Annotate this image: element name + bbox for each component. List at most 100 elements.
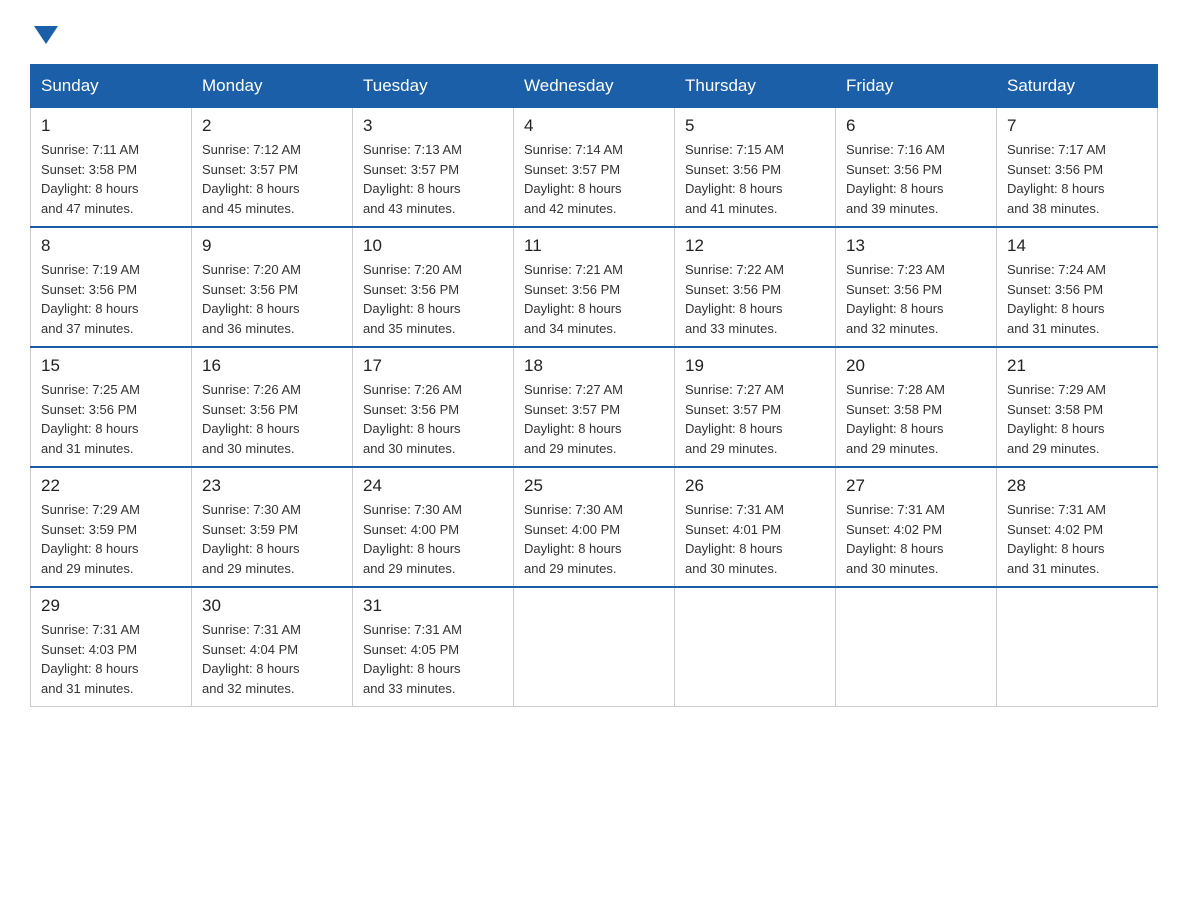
calendar-week-row: 29 Sunrise: 7:31 AMSunset: 4:03 PMDaylig… [31, 587, 1158, 707]
calendar-day-cell: 27 Sunrise: 7:31 AMSunset: 4:02 PMDaylig… [836, 467, 997, 587]
day-info: Sunrise: 7:30 AMSunset: 4:00 PMDaylight:… [363, 502, 462, 576]
day-number: 6 [846, 116, 986, 136]
day-of-week-header: Wednesday [514, 65, 675, 107]
day-number: 17 [363, 356, 503, 376]
day-number: 25 [524, 476, 664, 496]
day-info: Sunrise: 7:31 AMSunset: 4:04 PMDaylight:… [202, 622, 301, 696]
day-number: 24 [363, 476, 503, 496]
calendar-day-cell: 15 Sunrise: 7:25 AMSunset: 3:56 PMDaylig… [31, 347, 192, 467]
day-info: Sunrise: 7:26 AMSunset: 3:56 PMDaylight:… [363, 382, 462, 456]
day-info: Sunrise: 7:24 AMSunset: 3:56 PMDaylight:… [1007, 262, 1106, 336]
day-number: 16 [202, 356, 342, 376]
calendar-day-cell: 29 Sunrise: 7:31 AMSunset: 4:03 PMDaylig… [31, 587, 192, 707]
day-number: 18 [524, 356, 664, 376]
day-number: 7 [1007, 116, 1147, 136]
calendar-day-cell: 4 Sunrise: 7:14 AMSunset: 3:57 PMDayligh… [514, 107, 675, 227]
day-number: 2 [202, 116, 342, 136]
day-number: 26 [685, 476, 825, 496]
day-number: 14 [1007, 236, 1147, 256]
calendar-day-cell: 28 Sunrise: 7:31 AMSunset: 4:02 PMDaylig… [997, 467, 1158, 587]
day-of-week-header: Saturday [997, 65, 1158, 107]
day-of-week-header: Monday [192, 65, 353, 107]
calendar-day-cell: 10 Sunrise: 7:20 AMSunset: 3:56 PMDaylig… [353, 227, 514, 347]
day-of-week-header: Thursday [675, 65, 836, 107]
calendar-day-cell: 20 Sunrise: 7:28 AMSunset: 3:58 PMDaylig… [836, 347, 997, 467]
calendar-day-cell: 2 Sunrise: 7:12 AMSunset: 3:57 PMDayligh… [192, 107, 353, 227]
day-info: Sunrise: 7:15 AMSunset: 3:56 PMDaylight:… [685, 142, 784, 216]
calendar-day-cell: 25 Sunrise: 7:30 AMSunset: 4:00 PMDaylig… [514, 467, 675, 587]
calendar-header-row: SundayMondayTuesdayWednesdayThursdayFrid… [31, 65, 1158, 107]
day-info: Sunrise: 7:20 AMSunset: 3:56 PMDaylight:… [363, 262, 462, 336]
calendar-week-row: 1 Sunrise: 7:11 AMSunset: 3:58 PMDayligh… [31, 107, 1158, 227]
day-info: Sunrise: 7:23 AMSunset: 3:56 PMDaylight:… [846, 262, 945, 336]
day-number: 5 [685, 116, 825, 136]
calendar-day-cell: 17 Sunrise: 7:26 AMSunset: 3:56 PMDaylig… [353, 347, 514, 467]
day-of-week-header: Friday [836, 65, 997, 107]
day-info: Sunrise: 7:14 AMSunset: 3:57 PMDaylight:… [524, 142, 623, 216]
day-info: Sunrise: 7:19 AMSunset: 3:56 PMDaylight:… [41, 262, 140, 336]
calendar-day-cell: 23 Sunrise: 7:30 AMSunset: 3:59 PMDaylig… [192, 467, 353, 587]
day-number: 22 [41, 476, 181, 496]
calendar-day-cell: 31 Sunrise: 7:31 AMSunset: 4:05 PMDaylig… [353, 587, 514, 707]
day-info: Sunrise: 7:31 AMSunset: 4:01 PMDaylight:… [685, 502, 784, 576]
day-number: 9 [202, 236, 342, 256]
calendar-day-cell: 7 Sunrise: 7:17 AMSunset: 3:56 PMDayligh… [997, 107, 1158, 227]
day-number: 15 [41, 356, 181, 376]
calendar-day-cell: 3 Sunrise: 7:13 AMSunset: 3:57 PMDayligh… [353, 107, 514, 227]
day-number: 12 [685, 236, 825, 256]
day-of-week-header: Tuesday [353, 65, 514, 107]
day-info: Sunrise: 7:29 AMSunset: 3:58 PMDaylight:… [1007, 382, 1106, 456]
day-info: Sunrise: 7:13 AMSunset: 3:57 PMDaylight:… [363, 142, 462, 216]
day-info: Sunrise: 7:31 AMSunset: 4:02 PMDaylight:… [846, 502, 945, 576]
calendar-day-cell [997, 587, 1158, 707]
logo [30, 20, 58, 44]
day-info: Sunrise: 7:12 AMSunset: 3:57 PMDaylight:… [202, 142, 301, 216]
calendar-week-row: 8 Sunrise: 7:19 AMSunset: 3:56 PMDayligh… [31, 227, 1158, 347]
day-number: 28 [1007, 476, 1147, 496]
logo-arrow-icon [34, 26, 58, 44]
calendar-day-cell: 18 Sunrise: 7:27 AMSunset: 3:57 PMDaylig… [514, 347, 675, 467]
calendar-day-cell [675, 587, 836, 707]
day-info: Sunrise: 7:17 AMSunset: 3:56 PMDaylight:… [1007, 142, 1106, 216]
day-number: 29 [41, 596, 181, 616]
day-number: 4 [524, 116, 664, 136]
day-number: 20 [846, 356, 986, 376]
day-number: 31 [363, 596, 503, 616]
day-number: 23 [202, 476, 342, 496]
calendar-day-cell: 24 Sunrise: 7:30 AMSunset: 4:00 PMDaylig… [353, 467, 514, 587]
calendar-day-cell: 22 Sunrise: 7:29 AMSunset: 3:59 PMDaylig… [31, 467, 192, 587]
day-info: Sunrise: 7:30 AMSunset: 4:00 PMDaylight:… [524, 502, 623, 576]
day-number: 8 [41, 236, 181, 256]
calendar-day-cell [836, 587, 997, 707]
calendar-day-cell: 9 Sunrise: 7:20 AMSunset: 3:56 PMDayligh… [192, 227, 353, 347]
day-number: 30 [202, 596, 342, 616]
page-header [30, 20, 1158, 44]
day-number: 27 [846, 476, 986, 496]
calendar-day-cell: 19 Sunrise: 7:27 AMSunset: 3:57 PMDaylig… [675, 347, 836, 467]
day-info: Sunrise: 7:22 AMSunset: 3:56 PMDaylight:… [685, 262, 784, 336]
logo-top [30, 20, 58, 44]
day-info: Sunrise: 7:20 AMSunset: 3:56 PMDaylight:… [202, 262, 301, 336]
day-info: Sunrise: 7:28 AMSunset: 3:58 PMDaylight:… [846, 382, 945, 456]
day-info: Sunrise: 7:29 AMSunset: 3:59 PMDaylight:… [41, 502, 140, 576]
calendar-day-cell [514, 587, 675, 707]
calendar-day-cell: 13 Sunrise: 7:23 AMSunset: 3:56 PMDaylig… [836, 227, 997, 347]
calendar-day-cell: 14 Sunrise: 7:24 AMSunset: 3:56 PMDaylig… [997, 227, 1158, 347]
day-info: Sunrise: 7:30 AMSunset: 3:59 PMDaylight:… [202, 502, 301, 576]
day-info: Sunrise: 7:26 AMSunset: 3:56 PMDaylight:… [202, 382, 301, 456]
day-info: Sunrise: 7:25 AMSunset: 3:56 PMDaylight:… [41, 382, 140, 456]
day-number: 1 [41, 116, 181, 136]
calendar-day-cell: 11 Sunrise: 7:21 AMSunset: 3:56 PMDaylig… [514, 227, 675, 347]
day-info: Sunrise: 7:31 AMSunset: 4:02 PMDaylight:… [1007, 502, 1106, 576]
calendar-table: SundayMondayTuesdayWednesdayThursdayFrid… [30, 64, 1158, 707]
calendar-day-cell: 6 Sunrise: 7:16 AMSunset: 3:56 PMDayligh… [836, 107, 997, 227]
day-of-week-header: Sunday [31, 65, 192, 107]
calendar-day-cell: 8 Sunrise: 7:19 AMSunset: 3:56 PMDayligh… [31, 227, 192, 347]
day-info: Sunrise: 7:16 AMSunset: 3:56 PMDaylight:… [846, 142, 945, 216]
calendar-day-cell: 1 Sunrise: 7:11 AMSunset: 3:58 PMDayligh… [31, 107, 192, 227]
calendar-week-row: 15 Sunrise: 7:25 AMSunset: 3:56 PMDaylig… [31, 347, 1158, 467]
day-number: 13 [846, 236, 986, 256]
day-info: Sunrise: 7:11 AMSunset: 3:58 PMDaylight:… [41, 142, 139, 216]
calendar-day-cell: 26 Sunrise: 7:31 AMSunset: 4:01 PMDaylig… [675, 467, 836, 587]
calendar-week-row: 22 Sunrise: 7:29 AMSunset: 3:59 PMDaylig… [31, 467, 1158, 587]
